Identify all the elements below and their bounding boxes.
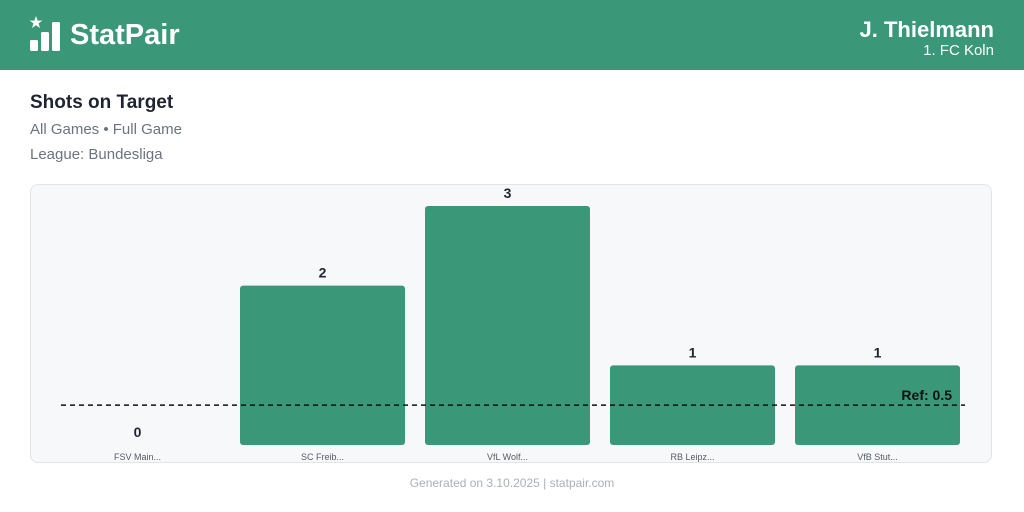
bar-value-label: 0 [134, 424, 142, 440]
chart-subtitle: All Games • Full Game [30, 121, 182, 138]
bar-chart: 0 FSV Main... 2 SC Freib... 3 VfL Wolf... 1 RB … [61, 185, 965, 462]
reference-line-label: Ref: 0.5 [901, 387, 952, 403]
bar-value-label: 1 [874, 344, 882, 360]
category-label: SC Freib... [301, 452, 344, 462]
player-info: J. Thielmann 1. FC Koln [860, 18, 994, 60]
player-team: 1. FC Koln [923, 42, 994, 59]
player-name: J. Thielmann [859, 17, 994, 42]
category-label: FSV Main... [114, 452, 161, 462]
footer-text: Generated on 3.10.2025 | statpair.com [409, 476, 615, 490]
header-bar: StatPair J. Thielmann 1. FC Koln [0, 0, 1024, 70]
bar-chart-star-icon [29, 16, 60, 51]
category-label: RB Leipz... [670, 452, 714, 462]
chart-panel: 0 FSV Main... 2 SC Freib... 3 VfL Wolf... 1 RB … [30, 184, 992, 463]
bar [240, 285, 405, 445]
bar-value-label: 2 [319, 265, 327, 281]
category-label: VfL Wolf... [487, 452, 528, 462]
bar-value-label: 1 [689, 344, 697, 360]
league-label: League: Bundesliga [30, 146, 163, 163]
bar [425, 206, 590, 445]
category-label: VfB Stut... [857, 452, 898, 462]
brand-name: StatPair [70, 19, 180, 51]
bar-value-label: 3 [504, 185, 512, 201]
chart-title: Shots on Target [30, 92, 174, 113]
